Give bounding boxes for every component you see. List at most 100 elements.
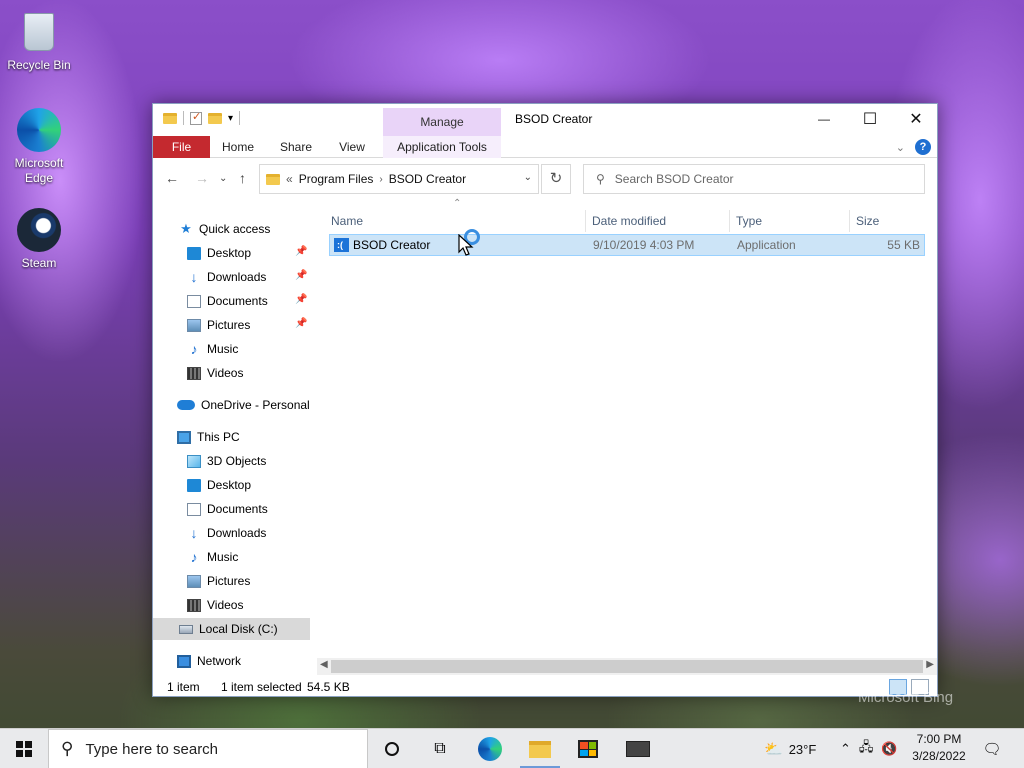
sidebar-item-label: Documents xyxy=(207,502,268,516)
taskbar-file-explorer[interactable] xyxy=(516,729,564,768)
network-icon xyxy=(177,654,191,668)
scrollbar-thumb[interactable] xyxy=(331,660,923,673)
tab-application-tools[interactable]: Application Tools xyxy=(383,136,501,158)
sidebar-item-videos-pc[interactable]: Videos xyxy=(187,594,243,616)
cortana-button[interactable] xyxy=(368,729,416,768)
pin-icon[interactable]: 📌 xyxy=(295,294,307,305)
sidebar-item-3d-objects[interactable]: 3D Objects xyxy=(187,450,266,472)
expand-ribbon-icon[interactable]: ⌄ xyxy=(896,141,905,154)
notifications-button[interactable]: 🗨 xyxy=(970,729,1014,768)
divider xyxy=(239,111,241,125)
task-view-button[interactable]: ⧉ xyxy=(416,729,464,768)
sidebar-item-pictures[interactable]: Pictures xyxy=(187,314,250,336)
column-header-type[interactable]: Type xyxy=(736,210,762,232)
local-disk-icon xyxy=(179,624,193,634)
sidebar-item-label: Music xyxy=(207,342,239,356)
new-folder-icon[interactable] xyxy=(208,112,222,124)
navigation-bar: ← → ⌄ ↑ « Program Files › BSOD Creator ⌄… xyxy=(153,162,937,196)
sidebar-item-desktop-pc[interactable]: Desktop xyxy=(187,474,251,496)
sidebar-item-label: Pictures xyxy=(207,318,251,332)
recent-locations-icon[interactable]: ⌄ xyxy=(219,173,227,184)
scroll-right-icon[interactable]: ▶ xyxy=(926,659,934,670)
tab-home[interactable]: Home xyxy=(215,136,261,158)
sidebar-item-downloads-pc[interactable]: ↓ Downloads xyxy=(187,522,267,544)
sidebar-item-label: Music xyxy=(207,550,239,564)
sidebar-item-label: Desktop xyxy=(207,478,252,492)
title-bar[interactable]: ▾ Manage BSOD Creator — ☐ ✕ xyxy=(153,104,939,138)
close-button[interactable]: ✕ xyxy=(893,104,939,134)
network-status-icon[interactable]: 🖧 xyxy=(859,738,874,760)
sidebar-item-documents[interactable]: Documents xyxy=(187,290,268,312)
volume-muted-icon[interactable]: 🔇 xyxy=(881,741,897,757)
tab-view[interactable]: View xyxy=(329,136,375,158)
sidebar-item-downloads[interactable]: ↓ Downloads xyxy=(187,266,267,288)
up-icon[interactable]: ↑ xyxy=(239,170,246,186)
taskbar-edge[interactable] xyxy=(466,729,514,768)
sidebar-item-pictures-pc[interactable]: Pictures xyxy=(187,570,250,592)
breadcrumb-bsod-creator[interactable]: BSOD Creator xyxy=(389,172,466,186)
help-icon[interactable]: ? xyxy=(915,139,931,155)
pin-icon[interactable]: 📌 xyxy=(295,270,307,281)
sidebar-item-local-disk[interactable]: Local Disk (C:) xyxy=(153,618,310,640)
weather-widget[interactable]: ⛅ 23°F xyxy=(764,729,816,768)
desktop-icon-recycle-bin[interactable]: Recycle Bin xyxy=(1,8,77,72)
music-icon: ♪ xyxy=(190,549,198,565)
file-size: 55 KB xyxy=(887,238,920,252)
scroll-left-icon[interactable]: ◀ xyxy=(320,659,328,670)
tab-manage[interactable]: Manage xyxy=(383,108,501,138)
sidebar-item-music[interactable]: ♪ Music xyxy=(187,338,239,360)
desktop-folder-icon xyxy=(187,478,201,492)
taskbar-search-placeholder: Type here to search xyxy=(85,740,219,758)
downloads-icon: ↓ xyxy=(190,525,198,541)
column-divider[interactable] xyxy=(585,210,586,232)
weather-temperature: 23°F xyxy=(788,741,817,757)
desktop-icon-label: Steam xyxy=(21,256,57,270)
desktop-icon-label: Recycle Bin xyxy=(7,58,71,72)
search-box[interactable]: ⚲ Search BSOD Creator xyxy=(583,164,925,194)
properties-icon[interactable] xyxy=(190,110,202,125)
table-row[interactable]: :( BSOD Creator 9/10/2019 4:03 PM Applic… xyxy=(329,234,925,256)
sidebar-item-desktop[interactable]: Desktop xyxy=(187,242,251,264)
address-bar[interactable]: « Program Files › BSOD Creator ⌄ xyxy=(259,164,539,194)
column-header-name[interactable]: Name xyxy=(331,210,363,232)
back-icon[interactable]: ← xyxy=(165,170,179,186)
pin-icon[interactable]: 📌 xyxy=(295,246,307,257)
show-hidden-icons-icon[interactable]: ⌃ xyxy=(840,741,851,757)
forward-icon[interactable]: → xyxy=(195,170,209,186)
column-divider[interactable] xyxy=(729,210,730,232)
sidebar-item-quick-access[interactable]: ★ Quick access xyxy=(179,218,270,240)
desktop-icon-edge[interactable]: Microsoft Edge xyxy=(1,106,77,186)
sidebar-item-this-pc[interactable]: This PC xyxy=(177,426,240,448)
taskbar-search-input[interactable]: ⚲ Type here to search xyxy=(48,729,368,768)
horizontal-scrollbar[interactable]: ◀ ▶ xyxy=(317,658,937,675)
taskbar-mail[interactable] xyxy=(614,729,662,768)
sidebar-item-music-pc[interactable]: ♪ Music xyxy=(187,546,239,568)
tab-share[interactable]: Share xyxy=(273,136,319,158)
sidebar-item-label: Pictures xyxy=(207,574,251,588)
sidebar-item-onedrive[interactable]: OneDrive - Personal xyxy=(177,394,310,416)
desktop-icon-steam[interactable]: Steam xyxy=(1,206,77,270)
quick-access-toolbar: ▾ xyxy=(163,110,241,125)
refresh-button[interactable]: ↻ xyxy=(541,164,571,194)
task-view-icon: ⧉ xyxy=(434,740,446,757)
maximize-button[interactable]: ☐ xyxy=(847,104,893,134)
sidebar-item-label: Network xyxy=(197,654,242,668)
column-divider[interactable] xyxy=(849,210,850,232)
chevron-right-icon[interactable]: › xyxy=(379,174,382,185)
customize-toolbar-icon[interactable]: ▾ xyxy=(228,113,233,124)
sidebar-item-network[interactable]: Network xyxy=(177,650,241,672)
minimize-button[interactable]: — xyxy=(801,104,847,134)
column-header-size[interactable]: Size xyxy=(856,210,879,232)
chevron-down-icon[interactable]: ⌄ xyxy=(524,172,532,183)
sidebar-item-documents-pc[interactable]: Documents xyxy=(187,498,268,520)
breadcrumb-program-files[interactable]: Program Files xyxy=(299,172,374,186)
videos-icon xyxy=(187,598,201,612)
column-header-date-modified[interactable]: Date modified xyxy=(592,210,666,232)
tab-file[interactable]: File xyxy=(153,136,210,158)
address-overflow[interactable]: « xyxy=(286,172,293,186)
pin-icon[interactable]: 📌 xyxy=(295,318,307,329)
sidebar-item-videos[interactable]: Videos xyxy=(187,362,243,384)
start-button[interactable] xyxy=(0,729,48,768)
clock[interactable]: 7:00 PM 3/28/2022 xyxy=(908,731,970,765)
taskbar-store[interactable] xyxy=(564,729,612,768)
